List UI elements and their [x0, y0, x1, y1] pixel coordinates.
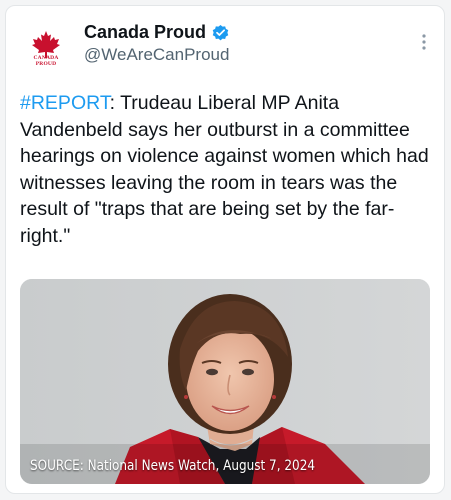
more-dots-vertical-icon[interactable]: [422, 34, 426, 50]
display-name-row: Canada Proud: [84, 20, 230, 44]
portrait-photo: [20, 279, 430, 484]
tweet-header: CANADA PROUD Canada Proud @WeAreCanProud: [6, 6, 444, 78]
verified-badge-icon: [212, 24, 229, 40]
tweet-body: : Trudeau Liberal MP Anita Vandenbeld sa…: [20, 92, 429, 247]
avatar[interactable]: CANADA PROUD: [24, 26, 68, 70]
tweet-text: #REPORT: Trudeau Liberal MP Anita Vanden…: [20, 90, 434, 249]
author-names: Canada Proud @WeAreCanProud: [84, 20, 230, 65]
media-source-caption: SOURCE: National News Watch, August 7, 2…: [30, 458, 316, 474]
hashtag-link[interactable]: #REPORT: [20, 92, 110, 114]
tweet-card[interactable]: CANADA PROUD Canada Proud @WeAreCanProud…: [5, 5, 445, 494]
display-name[interactable]: Canada Proud: [84, 22, 206, 43]
handle[interactable]: @WeAreCanProud: [84, 45, 230, 65]
avatar-logo-text: CANADA PROUD: [33, 55, 59, 67]
tweet-media-image[interactable]: SOURCE: National News Watch, August 7, 2…: [20, 279, 430, 484]
